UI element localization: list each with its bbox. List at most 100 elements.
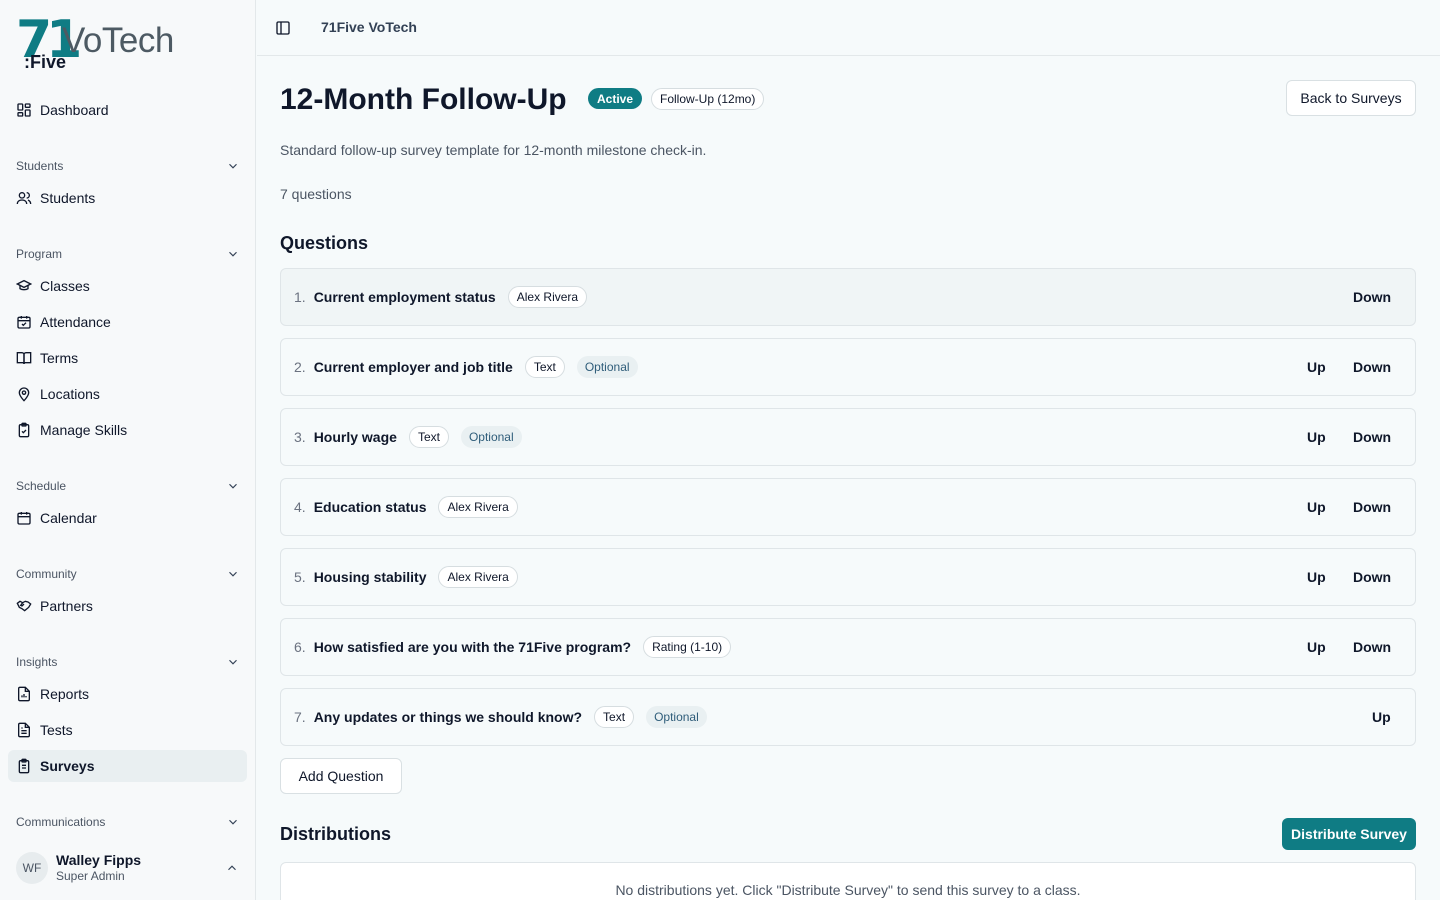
- section-label: Students: [16, 159, 64, 173]
- move-up-button[interactable]: Up: [1307, 409, 1326, 465]
- question-number: 1.: [294, 289, 306, 305]
- graduation-cap-icon: [16, 279, 32, 291]
- question-type-tag: Alex Rivera: [507, 286, 588, 308]
- question-count: 7 questions: [280, 186, 352, 202]
- status-badge: Active: [588, 88, 643, 109]
- sidebar-item-reports[interactable]: Reports: [8, 678, 247, 710]
- logo-sub: :Five: [24, 52, 67, 72]
- question-number: 7.: [294, 709, 306, 725]
- file-text-icon: [18, 722, 30, 738]
- move-down-button[interactable]: Down: [1353, 269, 1391, 325]
- move-down-button[interactable]: Down: [1353, 339, 1391, 395]
- sidebar-item-calendar[interactable]: Calendar: [8, 502, 247, 534]
- distributions-heading: Distributions: [280, 824, 391, 844]
- logo[interactable]: 71 VoTech :Five: [16, 12, 176, 76]
- question-type-tag: Rating (1-10): [643, 636, 732, 658]
- user-name: Walley Fipps: [56, 852, 142, 868]
- question-type-tag: Alex Rivera: [438, 496, 518, 518]
- sidebar-item-attendance[interactable]: Attendance: [8, 306, 247, 338]
- clipboard-list-icon: [18, 758, 30, 774]
- sidebar-item-label: Classes: [40, 278, 90, 294]
- question-number: 5.: [294, 569, 306, 585]
- move-up-button[interactable]: Up: [1307, 549, 1326, 605]
- book-open-icon: [16, 352, 32, 365]
- chevron-down-icon: [229, 571, 237, 577]
- question-text: Current employer and job title: [313, 359, 513, 375]
- sidebar-item-locations[interactable]: Locations: [8, 378, 247, 410]
- page-title: 12-Month Follow-Up: [280, 83, 567, 116]
- move-down-button[interactable]: Down: [1353, 619, 1391, 675]
- question-row: 5. Housing stability Alex Rivera Up Down: [280, 548, 1416, 606]
- clipboard-check-icon: [18, 422, 30, 438]
- calendar-check-icon: [17, 316, 31, 329]
- breadcrumb[interactable]: 71Five VoTech: [321, 19, 417, 35]
- question-row: 1. Current employment status Alex Rivera…: [280, 268, 1416, 326]
- users-icon: [16, 192, 32, 205]
- user-menu[interactable]: WF Walley Fipps Super Admin: [8, 846, 247, 890]
- sidebar-item-label: Locations: [40, 386, 100, 402]
- section-label: Community: [16, 567, 77, 581]
- sidebar: 71 VoTech :Five Dashboard Students Stude…: [0, 0, 256, 900]
- logo-name: VoTech: [62, 21, 174, 60]
- back-to-surveys-button[interactable]: Back to Surveys: [1286, 80, 1416, 116]
- move-down-button[interactable]: Down: [1353, 409, 1391, 465]
- section-schedule[interactable]: Schedule: [16, 476, 240, 496]
- optional-badge: Optional: [576, 356, 638, 378]
- question-number: 2.: [294, 359, 306, 375]
- section-students[interactable]: Students: [16, 156, 240, 176]
- sidebar-item-surveys[interactable]: Surveys: [8, 750, 247, 782]
- question-row: 3. Hourly wage Text Optional Up Down: [280, 408, 1416, 466]
- distributions-empty-state: No distributions yet. Click "Distribute …: [280, 862, 1416, 900]
- move-up-button[interactable]: Up: [1372, 689, 1391, 745]
- question-text: Any updates or things we should know?: [313, 709, 583, 725]
- section-label: Program: [16, 247, 63, 261]
- section-communications[interactable]: Communications: [16, 812, 240, 832]
- move-up-button[interactable]: Up: [1307, 479, 1326, 535]
- section-insights[interactable]: Insights: [16, 652, 240, 672]
- sidebar-item-label: Reports: [40, 686, 90, 702]
- sidebar-item-label: Partners: [40, 598, 93, 614]
- question-row: 4. Education status Alex Rivera Up Down: [280, 478, 1416, 536]
- sidebar-item-classes[interactable]: Classes: [8, 270, 247, 302]
- sidebar-item-label: Terms: [40, 350, 79, 366]
- section-label: Insights: [16, 655, 58, 669]
- section-label: Communications: [16, 815, 106, 829]
- question-row: 2. Current employer and job title Text O…: [280, 338, 1416, 396]
- sidebar-item-dashboard[interactable]: Dashboard: [8, 94, 247, 126]
- handshake-icon: [16, 600, 32, 612]
- sidebar-item-students[interactable]: Students: [8, 182, 247, 214]
- move-down-button[interactable]: Down: [1353, 479, 1391, 535]
- question-type-tag: Text: [524, 356, 565, 378]
- optional-badge: Optional: [460, 426, 522, 448]
- move-up-button[interactable]: Up: [1307, 619, 1326, 675]
- question-number: 3.: [294, 429, 306, 445]
- section-community[interactable]: Community: [16, 564, 240, 584]
- file-chart-icon: [18, 686, 30, 702]
- calendar-icon: [17, 512, 31, 525]
- distribute-survey-button[interactable]: Distribute Survey: [1282, 818, 1416, 850]
- sidebar-toggle-button[interactable]: [271, 16, 295, 40]
- question-type-tag: Text: [408, 426, 449, 448]
- question-row: 6. How satisfied are you with the 71Five…: [280, 618, 1416, 676]
- sidebar-item-terms[interactable]: Terms: [8, 342, 247, 374]
- question-text: Hourly wage: [313, 429, 397, 445]
- questions-heading: Questions: [280, 233, 369, 253]
- chevron-down-icon: [229, 163, 237, 169]
- sidebar-item-tests[interactable]: Tests: [8, 714, 247, 746]
- move-down-button[interactable]: Down: [1353, 549, 1391, 605]
- question-number: 4.: [294, 499, 306, 515]
- question-text: Current employment status: [313, 289, 496, 305]
- sidebar-item-manage-skills[interactable]: Manage Skills: [8, 414, 247, 446]
- survey-type-badge: Follow-Up (12mo): [651, 88, 765, 110]
- move-up-button[interactable]: Up: [1307, 339, 1326, 395]
- section-label: Schedule: [16, 479, 67, 493]
- optional-badge: Optional: [646, 706, 707, 728]
- empty-message: No distributions yet. Click "Distribute …: [615, 882, 1081, 898]
- top-bar: 71Five VoTech: [257, 0, 1440, 56]
- chevron-down-icon: [229, 483, 237, 489]
- chevron-down-icon: [229, 659, 237, 665]
- question-row: 7. Any updates or things we should know?…: [280, 688, 1416, 746]
- add-question-button[interactable]: Add Question: [280, 758, 402, 794]
- section-program[interactable]: Program: [16, 244, 240, 264]
- sidebar-item-partners[interactable]: Partners: [8, 590, 247, 622]
